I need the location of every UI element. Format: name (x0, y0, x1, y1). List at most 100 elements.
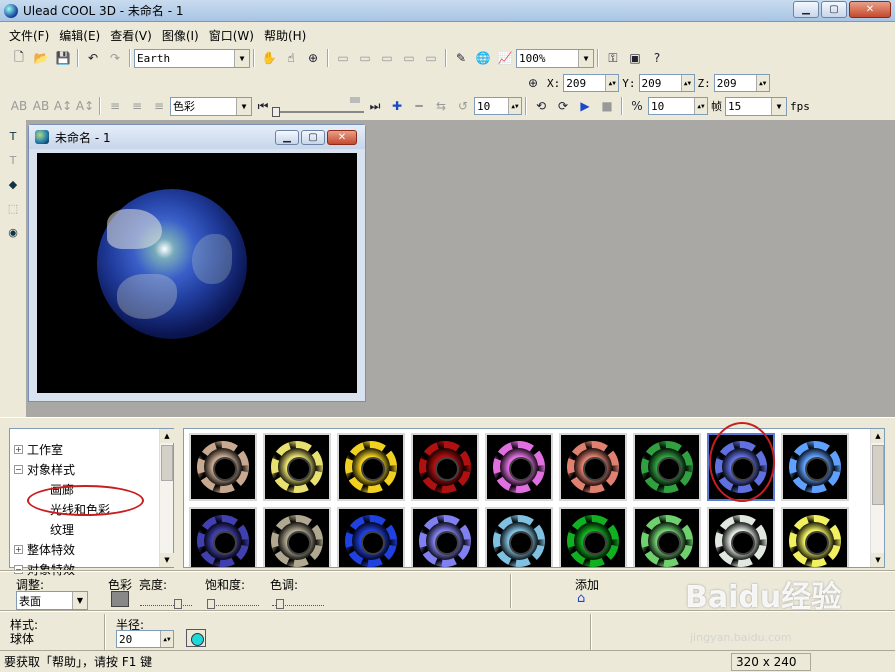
insert-shape-icon[interactable]: ◆ (3, 174, 23, 194)
fps-select[interactable]: 15 ▼ (725, 96, 787, 116)
text-spacing-icon-4[interactable]: A↕ (75, 96, 95, 116)
scroll-thumb[interactable] (872, 445, 884, 505)
pingpong-icon[interactable]: ⟳ (553, 96, 573, 116)
spinner-arrows-icon[interactable]: ▲▼ (694, 98, 707, 114)
menu-file[interactable]: 文件(F) (4, 25, 54, 46)
timeline-knob[interactable] (272, 107, 280, 117)
gallery-scrollbar[interactable]: ▲ ▼ (870, 429, 884, 567)
font-select[interactable]: Earth ▼ (134, 48, 250, 68)
text-spacing-icon-2[interactable]: AB (31, 96, 51, 116)
style-thumbnail[interactable] (633, 433, 701, 501)
text-spacing-icon-1[interactable]: AB (9, 96, 29, 116)
style-thumbnail[interactable] (559, 433, 627, 501)
style-thumbnail[interactable] (707, 507, 775, 567)
light-icon[interactable]: ✎ (451, 48, 471, 68)
brightness-slider[interactable] (140, 594, 192, 609)
percent-icon[interactable]: % (627, 96, 647, 116)
rotate-hand-icon[interactable]: ☝ (281, 48, 301, 68)
spinner-arrows-icon[interactable]: ▲▼ (508, 98, 521, 114)
minimize-button[interactable]: ▁ (793, 1, 819, 18)
remove-keyframe-icon[interactable]: ━ (409, 96, 429, 116)
doc-close-button[interactable]: ✕ (327, 130, 357, 145)
color-swatch[interactable] (111, 591, 129, 607)
layer-icon-3[interactable]: ▭ (377, 48, 397, 68)
sphere-shape-icon[interactable] (186, 629, 206, 647)
align-right-icon[interactable]: ≡ (149, 96, 169, 116)
collapse-icon[interactable]: − (14, 465, 23, 474)
export-icon[interactable]: ▣ (625, 48, 645, 68)
zoom-select[interactable]: 100% ▼ (516, 48, 594, 68)
style-thumbnail[interactable] (559, 507, 627, 567)
style-thumbnail[interactable] (263, 507, 331, 567)
tree-item-texture[interactable]: 纹理 (50, 521, 74, 538)
menu-help[interactable]: 帮助(H) (259, 25, 311, 46)
frame-input[interactable]: 10 ▲▼ (474, 97, 522, 115)
tree-item-studio[interactable]: + 工作室 (14, 441, 63, 458)
layer-icon-4[interactable]: ▭ (399, 48, 419, 68)
open-folder-icon[interactable]: 📂 (31, 48, 51, 68)
style-thumbnail[interactable] (189, 507, 257, 567)
slider-knob[interactable] (207, 599, 215, 609)
style-thumbnail[interactable] (633, 507, 701, 567)
style-thumbnail[interactable] (485, 433, 553, 501)
style-thumbnail[interactable] (337, 507, 405, 567)
document-title-bar[interactable]: 未命名 - 1 ▁ ▢ ✕ (29, 125, 365, 149)
earth-globe-object[interactable] (97, 189, 247, 339)
style-thumbnail[interactable] (337, 433, 405, 501)
globe-icon[interactable]: 🌐 (473, 48, 493, 68)
scroll-up-icon[interactable]: ▲ (871, 429, 884, 443)
layer-icon-5[interactable]: ▭ (421, 48, 441, 68)
tree-item-global-effects[interactable]: + 整体特效 (14, 541, 75, 558)
redo-icon[interactable]: ↷ (105, 48, 125, 68)
x-input[interactable]: 209 ▲▼ (563, 74, 620, 92)
tree-item-object-style[interactable]: − 对象样式 (14, 461, 75, 478)
loop-back-icon[interactable]: ↺ (453, 96, 473, 116)
spinner-arrows-icon[interactable]: ▲▼ (755, 75, 769, 91)
spinner-arrows-icon[interactable]: ▲▼ (605, 75, 619, 91)
menu-window[interactable]: 窗口(W) (204, 25, 259, 46)
doc-minimize-button[interactable]: ▁ (275, 130, 299, 145)
style-thumbnail[interactable] (781, 507, 849, 567)
loop-icon[interactable]: ⟲ (531, 96, 551, 116)
style-thumbnail[interactable] (189, 433, 257, 501)
render-canvas[interactable] (37, 153, 357, 393)
menu-view[interactable]: 查看(V) (105, 25, 157, 46)
timeline-end-icon[interactable]: ⏭ (365, 96, 385, 116)
adjust-select[interactable]: 表面 ▼ (16, 591, 88, 610)
scroll-up-icon[interactable]: ▲ (160, 429, 174, 443)
close-button[interactable]: ✕ (849, 1, 891, 18)
scroll-down-icon[interactable]: ▼ (160, 553, 174, 567)
menu-image[interactable]: 图像(I) (157, 25, 204, 46)
text-spacing-icon-3[interactable]: A↕ (53, 96, 73, 116)
radius-input[interactable]: 20 ▲▼ (116, 630, 174, 648)
maximize-button[interactable]: ▢ (821, 1, 847, 18)
slider-knob[interactable] (174, 599, 182, 609)
spinner-arrows-icon[interactable]: ▲▼ (160, 631, 173, 647)
menu-edit[interactable]: 编辑(E) (54, 25, 105, 46)
align-center-icon[interactable]: ≡ (127, 96, 147, 116)
saturation-slider[interactable] (207, 594, 259, 609)
y-input[interactable]: 209 ▲▼ (638, 74, 695, 92)
edit-text-icon[interactable]: T (3, 150, 23, 170)
add-keyframe-icon[interactable]: ✚ (387, 96, 407, 116)
expand-icon[interactable]: + (14, 445, 23, 454)
timeline-start-icon[interactable]: ⏮ (253, 96, 273, 116)
z-input[interactable]: 209 ▲▼ (713, 74, 770, 92)
key-icon[interactable]: ⚿ (603, 48, 623, 68)
expand-icon[interactable]: + (14, 545, 23, 554)
object-manager-icon[interactable]: ◉ (3, 222, 23, 242)
timeline-slider[interactable] (272, 97, 364, 117)
hue-slider[interactable] (272, 594, 324, 609)
style-thumbnail[interactable] (781, 433, 849, 501)
help-pointer-icon[interactable]: ? (647, 48, 667, 68)
tree-scrollbar[interactable]: ▲ ▼ (159, 429, 174, 567)
attribute-select[interactable]: 色彩 ▼ (170, 96, 252, 116)
style-thumbnail[interactable] (411, 507, 479, 567)
save-icon[interactable]: 💾 (53, 48, 73, 68)
undo-icon[interactable]: ↶ (83, 48, 103, 68)
spinner-arrows-icon[interactable]: ▲▼ (680, 75, 694, 91)
reverse-icon[interactable]: ⇆ (431, 96, 451, 116)
scroll-thumb[interactable] (161, 445, 173, 481)
slider-knob[interactable] (276, 599, 284, 609)
doc-maximize-button[interactable]: ▢ (301, 130, 325, 145)
